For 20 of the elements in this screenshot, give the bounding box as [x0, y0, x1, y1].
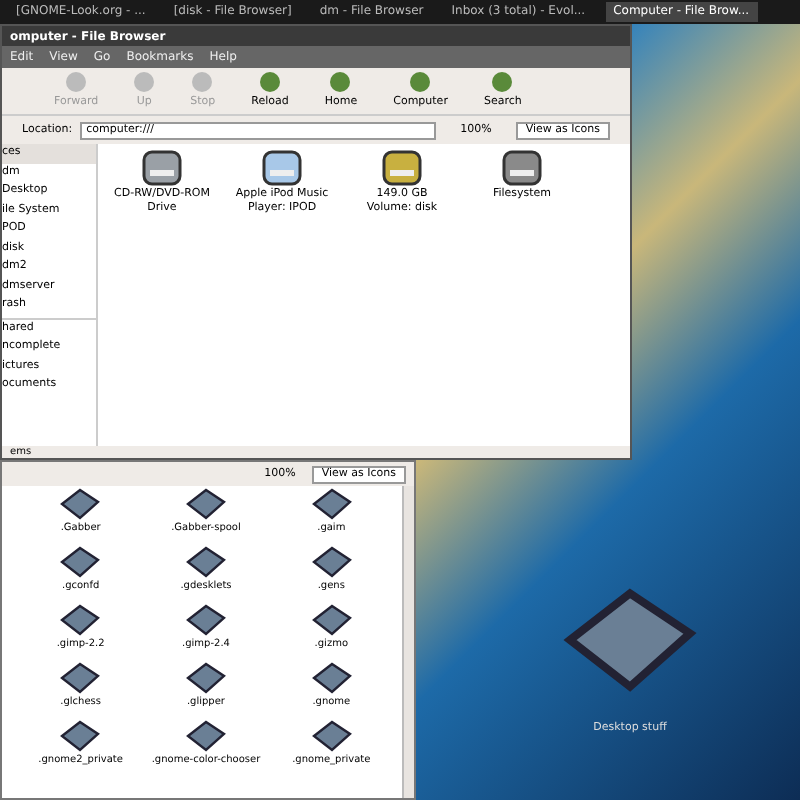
- folder-icon: [183, 486, 228, 522]
- folder-icon: [309, 718, 354, 754]
- drive-icon: [500, 148, 544, 188]
- folder-icon: [309, 602, 354, 638]
- folder-icon: [309, 486, 354, 522]
- scrollbar[interactable]: [402, 486, 414, 798]
- folder-icon: [58, 544, 103, 580]
- drive-icon: [260, 148, 304, 188]
- folder-icon: [309, 544, 354, 580]
- folder-icon: [183, 602, 228, 638]
- folder-icon: [58, 660, 103, 696]
- drive-icon: [140, 148, 184, 188]
- folder-icon: [183, 718, 228, 754]
- drive-icon: [380, 148, 424, 188]
- folder-icon: [309, 660, 354, 696]
- folder-icon: [58, 486, 103, 522]
- folder-icon: [58, 718, 103, 754]
- folder-icon: [183, 544, 228, 580]
- folder-icon: [183, 660, 228, 696]
- folder-icon: [58, 602, 103, 638]
